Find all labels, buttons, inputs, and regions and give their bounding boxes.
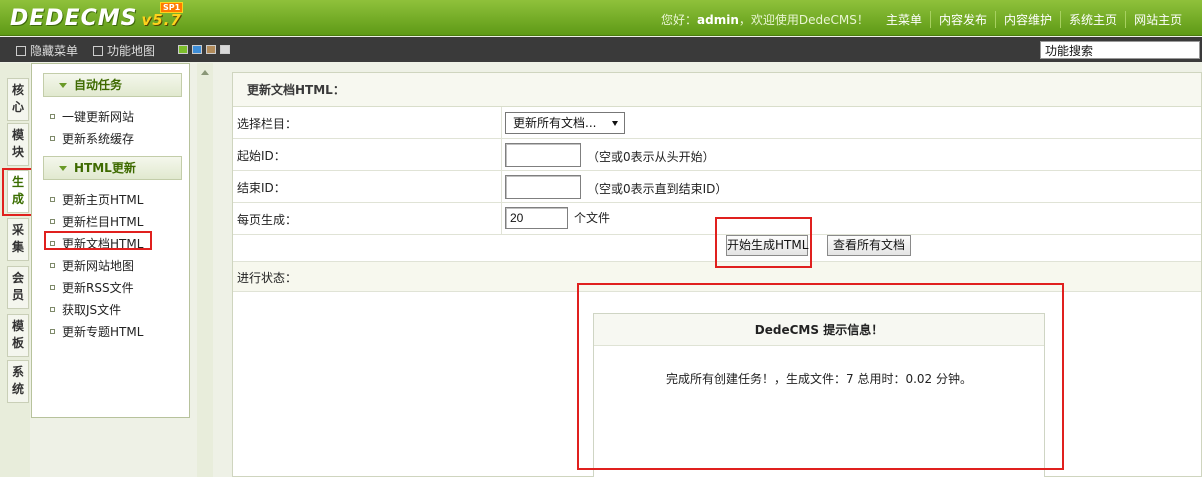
menu-item-label: 更新专题HTML [62, 325, 144, 339]
username: admin [697, 13, 739, 27]
nav-main-menu[interactable]: 主菜单 [870, 11, 930, 28]
menu-item-update-site[interactable]: 一键更新网站 [50, 108, 134, 125]
bullet-icon [50, 329, 55, 334]
theme-swatch-gray[interactable] [220, 45, 230, 54]
vtab-template[interactable]: 模板 [7, 314, 29, 357]
highlight-generate-tab [2, 168, 34, 216]
menu-item-update-rss[interactable]: 更新RSS文件 [50, 279, 134, 296]
menu-item-label: 更新RSS文件 [62, 281, 134, 295]
vertical-tabs: 核心 模块 生成 采集 会员 模板 系统 [0, 63, 30, 477]
bullet-icon [50, 285, 55, 290]
function-search-input[interactable] [1040, 41, 1200, 59]
menu-item-update-cache[interactable]: 更新系统缓存 [50, 130, 134, 147]
welcome-prefix: 您好： [661, 13, 698, 27]
bullet-icon [50, 219, 55, 224]
bullet-icon [50, 197, 55, 202]
version-label: v5.7 [141, 11, 182, 29]
row-end-id: 结束ID： （空或0表示直到结束ID） [233, 171, 1201, 203]
sidebar-scrollbar[interactable] [197, 63, 213, 477]
scroll-up-arrow-icon[interactable] [201, 70, 209, 75]
welcome-suffix: ，欢迎使用DedeCMS！ [738, 13, 869, 27]
start-id-hint: （空或0表示从头开始） [587, 150, 715, 164]
status-label: 进行状态： [237, 271, 298, 285]
per-page-input[interactable] [505, 207, 568, 229]
menu-item-label: 获取JS文件 [62, 303, 122, 317]
top-header: DEDECMS v5.7 SP1 您好：admin，欢迎使用DedeCMS！ 主菜… [0, 0, 1202, 36]
menu-item-get-js[interactable]: 获取JS文件 [50, 301, 121, 318]
top-nav: 主菜单 内容发布 内容维护 系统主页 网站主页 [870, 11, 1190, 28]
logo: DEDECMS v5.7 [10, 6, 182, 31]
nav-content-maintain[interactable]: 内容维护 [995, 11, 1060, 28]
page-title: 更新文档HTML： [233, 73, 1201, 107]
welcome-text: 您好：admin，欢迎使用DedeCMS！ [661, 11, 869, 28]
vtab-core[interactable]: 核心 [7, 78, 29, 121]
start-id-input[interactable] [505, 143, 581, 167]
per-page-label: 每页生成： [237, 213, 298, 227]
section-auto-tasks[interactable]: 自动任务 [43, 73, 182, 97]
nav-system-home[interactable]: 系统主页 [1060, 11, 1125, 28]
column-divider [501, 107, 502, 235]
dropdown-arrow-icon [612, 121, 618, 126]
menu-item-update-topic-html[interactable]: 更新专题HTML [50, 323, 143, 340]
vtab-system[interactable]: 系统 [7, 360, 29, 403]
section-html-update[interactable]: HTML更新 [43, 156, 182, 180]
bullet-icon [50, 114, 55, 119]
start-id-label: 起始ID： [237, 149, 286, 163]
menu-item-update-column-html[interactable]: 更新栏目HTML [50, 213, 143, 230]
end-id-input[interactable] [505, 175, 581, 199]
bullet-icon [50, 136, 55, 141]
bullet-icon [50, 307, 55, 312]
highlight-doc-html-item [44, 231, 152, 250]
highlight-start-button [715, 217, 812, 268]
menu-item-label: 更新网站地图 [62, 259, 135, 273]
toolbar: 隐藏菜单 功能地图 [0, 37, 1202, 62]
column-select[interactable]: 更新所有文档... [505, 112, 625, 134]
highlight-message-box [577, 283, 1064, 470]
theme-swatch-blue[interactable] [192, 45, 202, 54]
row-start-id: 起始ID： （空或0表示从头开始） [233, 139, 1201, 171]
end-id-label: 结束ID： [237, 181, 286, 195]
theme-swatch-brown[interactable] [206, 45, 216, 54]
column-select-value: 更新所有文档... [513, 116, 597, 130]
view-all-docs-button[interactable]: 查看所有文档 [827, 235, 911, 256]
menu-item-label: 一键更新网站 [62, 110, 135, 124]
vtab-collect[interactable]: 采集 [7, 218, 29, 261]
menu-item-label: 更新系统缓存 [62, 132, 135, 146]
theme-swatch-green[interactable] [178, 45, 188, 54]
hide-menu-label: 隐藏菜单 [30, 44, 79, 58]
end-id-hint: （空或0表示直到结束ID） [587, 182, 728, 196]
nav-site-home[interactable]: 网站主页 [1125, 11, 1190, 28]
row-select-column: 选择栏目： 更新所有文档... [233, 107, 1201, 139]
menu-item-update-home-html[interactable]: 更新主页HTML [50, 191, 143, 208]
menu-item-label: 更新栏目HTML [62, 215, 144, 229]
menu-item-update-sitemap[interactable]: 更新网站地图 [50, 257, 134, 274]
grid-icon [93, 46, 103, 56]
menu-item-label: 更新主页HTML [62, 193, 144, 207]
vtab-member[interactable]: 会员 [7, 266, 29, 309]
menu-icon [16, 46, 26, 56]
vtab-module[interactable]: 模块 [7, 123, 29, 166]
per-page-unit: 个文件 [574, 211, 611, 225]
nav-content-publish[interactable]: 内容发布 [930, 11, 995, 28]
select-column-label: 选择栏目： [237, 117, 298, 131]
function-map-label: 功能地图 [107, 44, 156, 58]
hide-menu-button[interactable]: 隐藏菜单 [16, 42, 78, 59]
logo-text: DEDECMS [10, 6, 138, 31]
bullet-icon [50, 263, 55, 268]
sp-badge: SP1 [160, 2, 184, 13]
function-map-button[interactable]: 功能地图 [93, 42, 155, 59]
